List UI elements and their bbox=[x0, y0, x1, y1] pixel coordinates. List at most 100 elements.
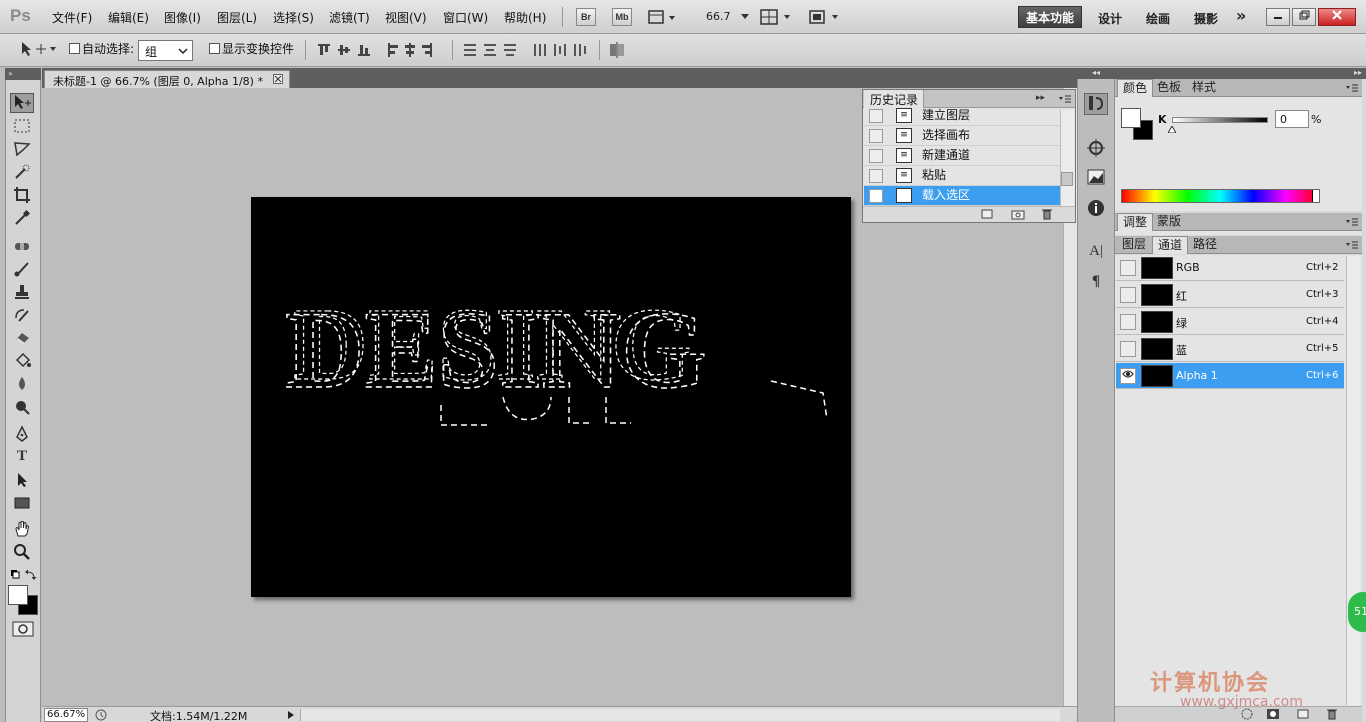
history-brush-source-icon[interactable] bbox=[869, 189, 883, 203]
foreground-color-swatch[interactable] bbox=[8, 585, 28, 605]
document-canvas[interactable]: DESING DESING bbox=[251, 197, 851, 597]
visibility-toggle[interactable] bbox=[1120, 314, 1136, 330]
history-item[interactable]: ≡ 选择画布 bbox=[864, 126, 1060, 146]
character-dock-icon[interactable]: A| bbox=[1084, 243, 1108, 265]
menu-filter[interactable]: 滤镜(T) bbox=[329, 9, 370, 26]
channel-row-alpha-1[interactable]: Alpha 1 Ctrl+6 bbox=[1116, 363, 1344, 389]
more-workspaces-button[interactable]: » bbox=[1236, 6, 1246, 25]
auto-select-target-dropdown[interactable]: 组 bbox=[138, 40, 193, 61]
menu-edit[interactable]: 编辑(E) bbox=[108, 9, 149, 26]
dock-expand-icon[interactable]: ▸▸ bbox=[1115, 68, 1366, 79]
path-selection-tool[interactable] bbox=[10, 471, 34, 491]
visibility-toggle[interactable] bbox=[1120, 287, 1136, 303]
distribute-icons[interactable] bbox=[462, 42, 592, 58]
paragraph-dock-icon[interactable]: ¶ bbox=[1084, 273, 1108, 295]
view-extras-button[interactable] bbox=[648, 8, 678, 26]
snapshot-camera-icon[interactable] bbox=[1011, 208, 1025, 220]
status-menu-arrow-icon[interactable] bbox=[286, 709, 296, 721]
hand-tool[interactable] bbox=[10, 520, 34, 540]
quick-selection-tool[interactable] bbox=[10, 163, 34, 183]
menu-help[interactable]: 帮助(H) bbox=[504, 9, 546, 26]
spectrum-white-cap[interactable] bbox=[1312, 190, 1319, 202]
channel-row-red[interactable]: 红 Ctrl+3 bbox=[1116, 282, 1344, 308]
mini-bridge-button[interactable]: Mb bbox=[612, 8, 632, 26]
history-snapshot-source-box[interactable] bbox=[869, 129, 883, 143]
zoom-level[interactable]: 66.7 bbox=[706, 10, 731, 23]
quick-mask-button[interactable] bbox=[12, 621, 34, 637]
paint-bucket-tool[interactable] bbox=[10, 352, 34, 372]
tab-color[interactable]: 颜色 bbox=[1117, 79, 1154, 97]
visibility-toggle[interactable] bbox=[1120, 368, 1136, 384]
dock-collapse-icon[interactable]: ◂◂ bbox=[1077, 68, 1115, 79]
minimize-button[interactable] bbox=[1266, 8, 1290, 26]
move-tool[interactable] bbox=[10, 93, 34, 113]
color-panel-fg-swatch[interactable] bbox=[1121, 108, 1141, 128]
k-channel-slider[interactable] bbox=[1172, 117, 1268, 123]
workspace-design[interactable]: 设计 bbox=[1098, 10, 1122, 27]
history-scroll-thumb[interactable] bbox=[1061, 172, 1073, 186]
visibility-toggle[interactable] bbox=[1120, 260, 1136, 276]
status-zoom-field[interactable]: 66.67% bbox=[44, 708, 88, 722]
menu-layer[interactable]: 图层(L) bbox=[217, 9, 257, 26]
info-dock-icon[interactable] bbox=[1084, 198, 1108, 220]
arrange-documents-button[interactable] bbox=[760, 8, 794, 26]
bridge-button[interactable]: Br bbox=[576, 8, 596, 26]
menu-select[interactable]: 选择(S) bbox=[273, 9, 314, 26]
history-snapshot-source-box[interactable] bbox=[869, 149, 883, 163]
show-transform-checkbox[interactable] bbox=[209, 43, 220, 54]
floating-badge[interactable]: 51 bbox=[1348, 592, 1366, 632]
menu-view[interactable]: 视图(V) bbox=[385, 9, 427, 26]
tools-panel-header[interactable]: » bbox=[5, 68, 41, 80]
channels-panel-menu-icon[interactable] bbox=[1345, 239, 1359, 251]
visibility-toggle[interactable] bbox=[1120, 341, 1136, 357]
channel-row-rgb[interactable]: RGB Ctrl+2 bbox=[1116, 255, 1344, 281]
k-slider-handle-icon[interactable] bbox=[1167, 122, 1177, 134]
horizontal-scrollbar[interactable] bbox=[300, 709, 1060, 721]
close-tab-icon[interactable] bbox=[273, 74, 283, 84]
eraser-tool[interactable] bbox=[10, 329, 34, 349]
tab-layers[interactable]: 图层 bbox=[1117, 236, 1151, 254]
tab-styles[interactable]: 样式 bbox=[1187, 79, 1221, 97]
default-colors-button[interactable] bbox=[10, 569, 38, 581]
align-icons[interactable] bbox=[316, 42, 446, 58]
lasso-tool[interactable] bbox=[10, 140, 34, 160]
history-brush-tool[interactable] bbox=[10, 306, 34, 326]
menu-window[interactable]: 窗口(W) bbox=[443, 9, 488, 26]
document-tab[interactable]: 未标题-1 @ 66.7% (图层 0, Alpha 1/8) * bbox=[44, 70, 290, 88]
history-scrollbar[interactable] bbox=[1060, 110, 1074, 206]
history-item-selected[interactable]: ≡ 载入选区 bbox=[864, 186, 1060, 206]
adjustments-panel-menu-icon[interactable] bbox=[1345, 216, 1359, 228]
tab-masks[interactable]: 蒙版 bbox=[1152, 213, 1186, 231]
collapse-panel-icon[interactable]: ▸▸ bbox=[1036, 93, 1048, 105]
navigator-dock-icon[interactable] bbox=[1084, 138, 1108, 160]
auto-align-button[interactable] bbox=[608, 42, 626, 58]
dodge-tool[interactable] bbox=[10, 398, 34, 418]
history-item[interactable]: ≡ 建立图层 bbox=[864, 106, 1060, 126]
menu-file[interactable]: 文件(F) bbox=[52, 9, 92, 26]
delete-channel-trash-icon[interactable] bbox=[1326, 708, 1338, 720]
tool-preset-picker[interactable] bbox=[18, 40, 58, 58]
auto-select-checkbox[interactable] bbox=[69, 43, 80, 54]
marquee-tool[interactable] bbox=[10, 117, 34, 137]
workspace-photography[interactable]: 摄影 bbox=[1194, 10, 1218, 27]
tab-paths[interactable]: 路径 bbox=[1188, 236, 1222, 254]
brush-tool[interactable] bbox=[10, 260, 34, 280]
channel-row-blue[interactable]: 蓝 Ctrl+5 bbox=[1116, 336, 1344, 362]
workspace-essentials[interactable]: 基本功能 bbox=[1018, 6, 1082, 28]
histogram-dock-icon[interactable] bbox=[1084, 168, 1108, 190]
workspace-painting[interactable]: 绘画 bbox=[1146, 10, 1170, 27]
status-info-icon[interactable] bbox=[94, 709, 108, 721]
close-button[interactable] bbox=[1318, 8, 1356, 26]
healing-brush-tool[interactable] bbox=[10, 237, 34, 257]
history-dock-icon[interactable] bbox=[1084, 93, 1108, 115]
history-item[interactable]: ≡ 新建通道 bbox=[864, 146, 1060, 166]
history-item[interactable]: ≡ 粘贴 bbox=[864, 166, 1060, 186]
zoom-dropdown-icon[interactable] bbox=[740, 10, 750, 20]
type-tool[interactable]: T bbox=[10, 448, 34, 468]
k-channel-input[interactable]: 0 bbox=[1275, 110, 1309, 128]
shape-tool[interactable] bbox=[10, 494, 34, 514]
tab-channels[interactable]: 通道 bbox=[1152, 236, 1189, 254]
restore-button[interactable] bbox=[1292, 8, 1316, 26]
channel-row-green[interactable]: 绿 Ctrl+4 bbox=[1116, 309, 1344, 335]
menu-image[interactable]: 图像(I) bbox=[164, 9, 201, 26]
